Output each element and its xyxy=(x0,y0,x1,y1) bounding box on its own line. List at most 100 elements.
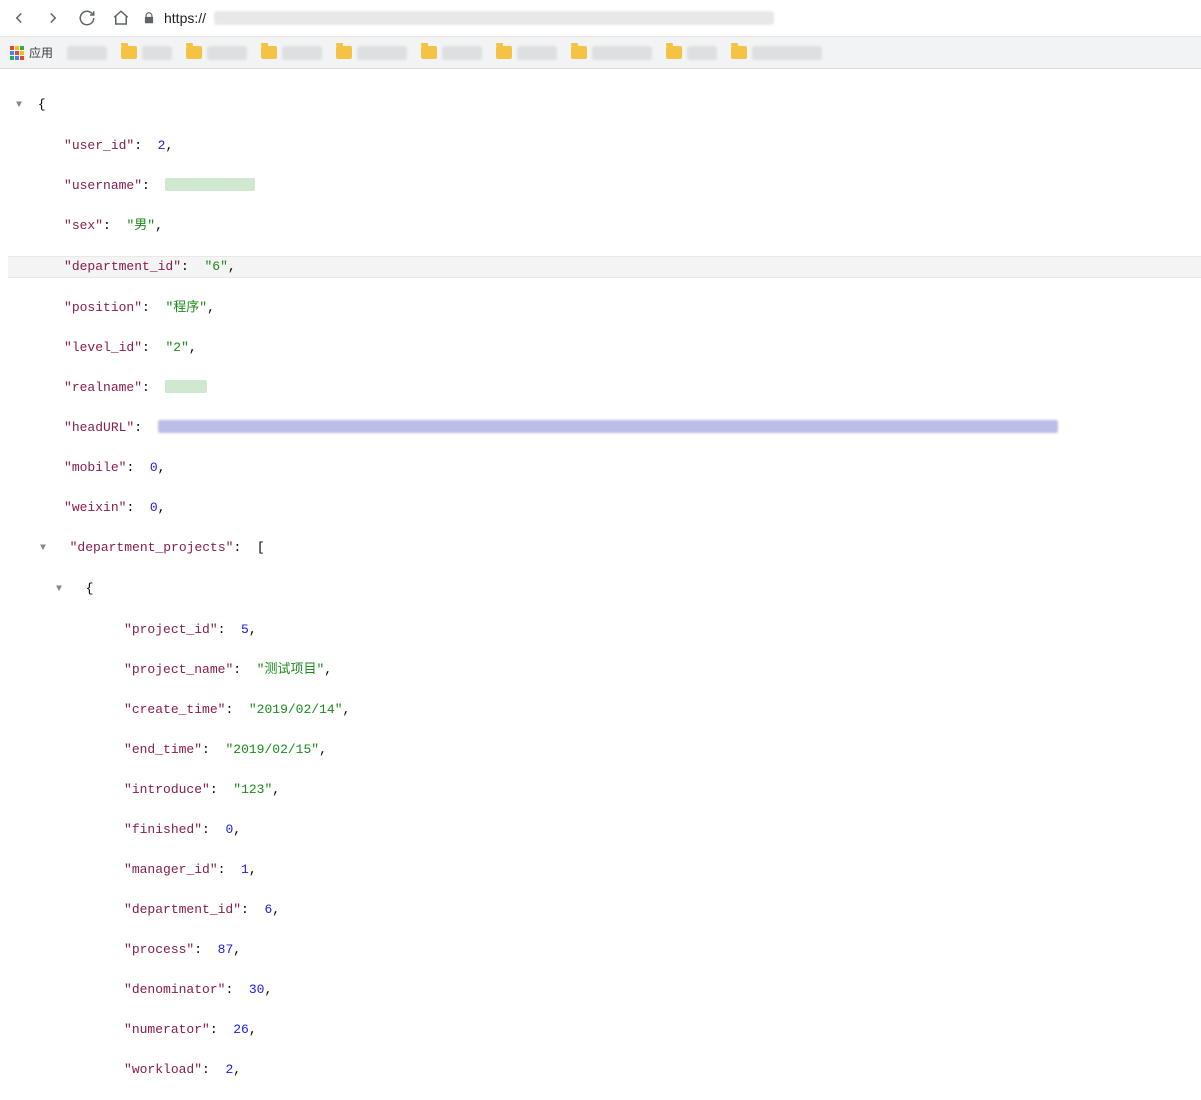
apps-label: 应用 xyxy=(29,44,53,61)
json-value: 0 xyxy=(150,460,158,475)
json-line[interactable]: "finished": 0, xyxy=(8,820,1201,840)
folder-icon xyxy=(666,46,682,59)
redacted-value xyxy=(165,178,255,191)
folder-icon xyxy=(496,46,512,59)
json-value: 2019/02/15 xyxy=(233,742,311,757)
json-key: mobile xyxy=(72,460,119,475)
json-line[interactable]: "project_name": "测试项目", xyxy=(8,660,1201,680)
json-line[interactable]: ▼ { xyxy=(8,579,1201,600)
json-key: department_id xyxy=(72,259,173,274)
json-key: username xyxy=(72,178,134,193)
json-line[interactable]: "position": "程序", xyxy=(8,298,1201,318)
json-line[interactable]: "sex": "男", xyxy=(8,216,1201,236)
redacted-value xyxy=(165,380,207,393)
json-line[interactable]: "introduce": "123", xyxy=(8,780,1201,800)
json-line[interactable]: "headURL": xyxy=(8,418,1201,438)
json-value: 1 xyxy=(241,862,249,877)
browser-chrome: https:// 应用 xyxy=(0,0,1201,69)
json-key: denominator xyxy=(132,982,218,997)
bookmark-folder[interactable] xyxy=(186,46,247,60)
home-button[interactable] xyxy=(108,5,134,31)
json-line[interactable]: "username": xyxy=(8,176,1201,196)
json-value: 26 xyxy=(233,1022,249,1037)
bookmark-folder[interactable] xyxy=(666,46,717,60)
json-line[interactable]: "process": 87, xyxy=(8,940,1201,960)
json-key: department_projects xyxy=(77,540,225,555)
folder-icon xyxy=(261,46,277,59)
json-line[interactable]: "weixin": 0, xyxy=(8,498,1201,518)
json-line[interactable]: "end_time": "2019/02/15", xyxy=(8,740,1201,760)
json-key: manager_id xyxy=(132,862,210,877)
folder-icon xyxy=(336,46,352,59)
json-line[interactable]: "level_id": "2", xyxy=(8,338,1201,358)
json-line[interactable]: "project_id": 5, xyxy=(8,620,1201,640)
json-value: 程序 xyxy=(173,300,199,315)
json-value: 6 xyxy=(264,902,272,917)
json-key: headURL xyxy=(72,420,127,435)
bookmark-folder[interactable] xyxy=(571,46,652,60)
bookmark-folder[interactable] xyxy=(336,46,407,60)
forward-button[interactable] xyxy=(40,5,66,31)
folder-icon xyxy=(571,46,587,59)
json-value: 测试项目 xyxy=(264,662,316,677)
json-key: workload xyxy=(132,1062,194,1077)
redacted-value xyxy=(158,420,1058,433)
json-value: 30 xyxy=(249,982,265,997)
json-key: numerator xyxy=(132,1022,202,1037)
apps-button[interactable]: 应用 xyxy=(10,44,53,61)
collapse-toggle[interactable]: ▼ xyxy=(40,539,54,559)
folder-icon xyxy=(121,46,137,59)
folder-icon xyxy=(186,46,202,59)
json-line[interactable]: ▼ "department_projects": [ xyxy=(8,538,1201,559)
json-line[interactable]: "user_id": 2, xyxy=(8,136,1201,156)
json-line[interactable]: "manager_id": 1, xyxy=(8,860,1201,880)
json-line[interactable]: "numerator": 26, xyxy=(8,1020,1201,1040)
address-bar: https:// xyxy=(0,0,1201,36)
json-key: level_id xyxy=(72,340,134,355)
bookmark-folder[interactable] xyxy=(496,46,557,60)
address-field[interactable]: https:// xyxy=(142,4,1195,32)
json-line[interactable]: "realname": xyxy=(8,378,1201,398)
lock-icon xyxy=(142,11,156,25)
json-line[interactable]: "workload": 2, xyxy=(8,1060,1201,1080)
collapse-toggle[interactable]: ▼ xyxy=(16,96,30,116)
bookmark-folder[interactable] xyxy=(731,46,822,60)
json-key: department_id xyxy=(132,902,233,917)
json-key: user_id xyxy=(72,138,127,153)
json-line-highlighted[interactable]: "department_id": "6", xyxy=(8,256,1201,278)
json-value: 0 xyxy=(225,822,233,837)
back-button[interactable] xyxy=(6,5,32,31)
json-line[interactable]: "create_time": "2019/02/14", xyxy=(8,700,1201,720)
json-key: process xyxy=(132,942,187,957)
json-key: finished xyxy=(132,822,194,837)
json-key: create_time xyxy=(132,702,218,717)
json-value: 0 xyxy=(150,500,158,515)
json-viewer: ▼ { "user_id": 2, "username": "sex": "男"… xyxy=(0,69,1201,1100)
bookmark-folder[interactable] xyxy=(421,46,482,60)
json-line[interactable]: "department_id": 6, xyxy=(8,900,1201,920)
json-line[interactable]: "mobile": 0, xyxy=(8,458,1201,478)
json-key: end_time xyxy=(132,742,194,757)
folder-icon xyxy=(731,46,747,59)
json-key: weixin xyxy=(72,500,119,515)
folder-icon xyxy=(421,46,437,59)
json-value: 87 xyxy=(218,942,234,957)
reload-button[interactable] xyxy=(74,5,100,31)
collapse-toggle[interactable]: ▼ xyxy=(56,580,70,600)
bookmark-folder[interactable] xyxy=(261,46,322,60)
url-scheme: https:// xyxy=(164,10,206,26)
json-value: 123 xyxy=(241,782,264,797)
bookmark-item[interactable] xyxy=(67,46,107,60)
apps-grid-icon xyxy=(10,46,24,60)
json-value: 2 xyxy=(173,340,181,355)
url-redacted xyxy=(214,11,774,25)
json-value: 6 xyxy=(212,259,220,274)
json-key: sex xyxy=(72,218,95,233)
json-key: position xyxy=(72,300,134,315)
bookmark-folder[interactable] xyxy=(121,46,172,60)
json-line[interactable]: "denominator": 30, xyxy=(8,980,1201,1000)
json-line[interactable]: ▼ { xyxy=(8,95,1201,116)
json-key: project_id xyxy=(132,622,210,637)
json-value: 5 xyxy=(241,622,249,637)
json-value: 男 xyxy=(134,218,147,233)
